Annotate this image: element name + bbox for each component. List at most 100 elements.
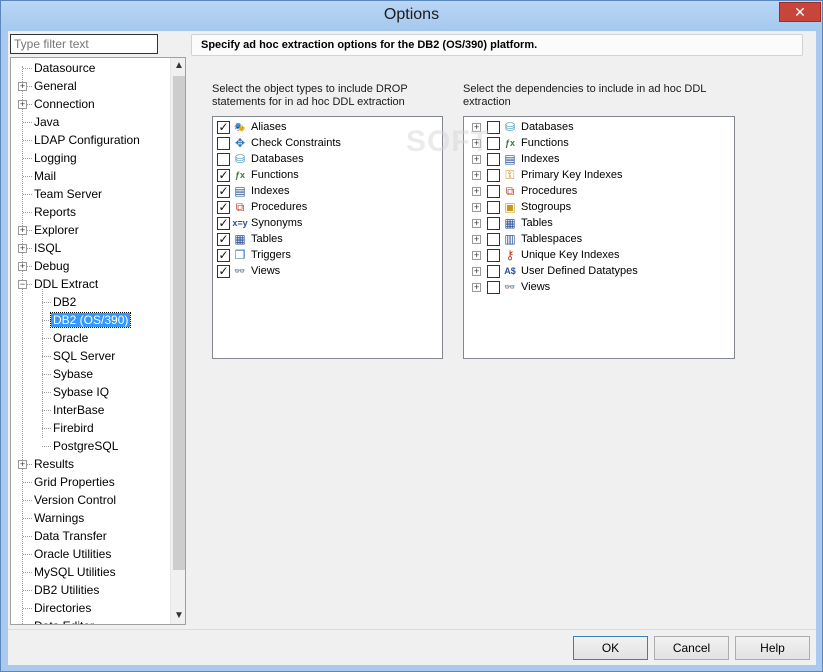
datatype-icon: A$ — [504, 266, 516, 276]
tree-item-java[interactable]: Java — [32, 113, 61, 131]
expand-icon[interactable]: + — [472, 187, 481, 196]
tree-item-general[interactable]: General — [32, 77, 79, 95]
expand-icon[interactable]: + — [18, 82, 27, 91]
list-item-indexes[interactable]: ✓ ▤ Indexes — [213, 183, 442, 199]
title-bar[interactable]: Options ✕ — [1, 1, 822, 31]
ok-button[interactable]: OK — [573, 636, 648, 660]
list-item-functions[interactable]: ✓ ƒx Functions — [213, 167, 442, 183]
tree-item-postgresql[interactable]: PostgreSQL — [51, 437, 120, 455]
checkbox[interactable]: ✓ — [217, 169, 230, 182]
list-item-stogroups[interactable]: + ▣ Stogroups — [464, 199, 734, 215]
expand-icon[interactable]: + — [18, 244, 27, 253]
list-item-user-defined-datatypes[interactable]: + A$ User Defined Datatypes — [464, 263, 734, 279]
list-item-tables[interactable]: ✓ ▦ Tables — [213, 231, 442, 247]
list-item-indexes[interactable]: + ▤ Indexes — [464, 151, 734, 167]
list-item-primary-key-indexes[interactable]: + ⚿ Primary Key Indexes — [464, 167, 734, 183]
expand-icon[interactable]: + — [472, 171, 481, 180]
alias-icon: 🎭 — [234, 122, 246, 132]
scroll-up-arrow-icon[interactable]: ▲ — [171, 58, 185, 74]
list-item-procedures[interactable]: + ⧉ Procedures — [464, 183, 734, 199]
tree-item-db2[interactable]: DB2 — [51, 293, 78, 311]
tree-item-logging[interactable]: Logging — [32, 149, 79, 167]
filter-input[interactable] — [10, 34, 158, 54]
trigger-icon: ❐ — [234, 248, 246, 262]
check-constraint-icon: ✥ — [234, 136, 246, 150]
tree-item-oracle[interactable]: Oracle — [51, 329, 90, 347]
checkbox[interactable]: ✓ — [217, 185, 230, 198]
function-icon: ƒx — [234, 170, 245, 180]
checkbox[interactable] — [487, 185, 500, 198]
tree-item-oracle-utilities[interactable]: Oracle Utilities — [32, 545, 113, 563]
checkbox[interactable]: ✓ — [217, 121, 230, 134]
tree-item-data-editor[interactable]: Data Editor — [32, 617, 96, 624]
tree-item-datasource[interactable]: Datasource — [32, 59, 97, 77]
index-icon: ▤ — [504, 152, 516, 166]
expand-icon[interactable]: + — [18, 262, 27, 271]
list-item-views[interactable]: + 👓 Views — [464, 279, 734, 295]
scroll-thumb[interactable] — [173, 76, 185, 570]
list-item-tables[interactable]: + ▦ Tables — [464, 215, 734, 231]
tree-item-connection[interactable]: Connection — [32, 95, 97, 113]
tree-item-db2-utilities[interactable]: DB2 Utilities — [32, 581, 101, 599]
expand-icon[interactable]: + — [472, 235, 481, 244]
tree-item-isql[interactable]: ISQL — [32, 239, 63, 257]
tree-item-interbase[interactable]: InterBase — [51, 401, 106, 419]
list-item-tablespaces[interactable]: + ▥ Tablespaces — [464, 231, 734, 247]
tree-item-ldap-configuration[interactable]: LDAP Configuration — [32, 131, 142, 149]
expand-icon[interactable]: + — [472, 283, 481, 292]
checkbox[interactable] — [217, 153, 230, 166]
tree-item-warnings[interactable]: Warnings — [32, 509, 86, 527]
expand-icon[interactable]: + — [18, 100, 27, 109]
checkbox[interactable]: ✓ — [217, 265, 230, 278]
checkbox[interactable] — [487, 249, 500, 262]
tree-item-results[interactable]: Results — [32, 455, 76, 473]
list-item-triggers[interactable]: ✓ ❐ Triggers — [213, 247, 442, 263]
tree-connector — [23, 554, 32, 555]
expand-icon[interactable]: + — [472, 267, 481, 276]
checkbox[interactable]: ✓ — [217, 217, 230, 230]
checkbox[interactable]: ✓ — [217, 249, 230, 262]
list-item-functions[interactable]: + ƒx Functions — [464, 135, 734, 151]
scroll-down-arrow-icon[interactable]: ▼ — [171, 608, 185, 624]
checkbox[interactable] — [487, 169, 500, 182]
checkbox[interactable]: ✓ — [217, 201, 230, 214]
tree-item-explorer[interactable]: Explorer — [32, 221, 81, 239]
list-item-views[interactable]: ✓ 👓 Views — [213, 263, 442, 279]
tree-item-reports[interactable]: Reports — [32, 203, 78, 221]
tree-item-grid-properties[interactable]: Grid Properties — [32, 473, 117, 491]
cancel-button[interactable]: Cancel — [654, 636, 729, 660]
expand-icon[interactable]: + — [472, 203, 481, 212]
list-item-unique-key-indexes[interactable]: + ⚷ Unique Key Indexes — [464, 247, 734, 263]
tree-item-mysql-utilities[interactable]: MySQL Utilities — [32, 563, 118, 581]
tree-item-db2-os-390[interactable]: DB2 (OS/390) — [49, 311, 132, 329]
checkbox[interactable] — [487, 217, 500, 230]
expand-icon[interactable]: + — [472, 219, 481, 228]
expand-icon[interactable]: + — [472, 251, 481, 260]
tree-scrollbar[interactable]: ▲ ▼ — [170, 58, 185, 624]
tree-item-version-control[interactable]: Version Control — [32, 491, 118, 509]
tree-item-data-transfer[interactable]: Data Transfer — [32, 527, 109, 545]
checkbox[interactable] — [217, 137, 230, 150]
checkbox[interactable] — [487, 201, 500, 214]
list-item-synonyms[interactable]: ✓ x=y Synonyms — [213, 215, 442, 231]
tree-item-mail[interactable]: Mail — [32, 167, 58, 185]
expand-icon[interactable]: + — [18, 226, 27, 235]
checkbox[interactable]: ✓ — [217, 233, 230, 246]
checkbox[interactable] — [487, 265, 500, 278]
checkbox[interactable] — [487, 233, 500, 246]
tree-item-debug[interactable]: Debug — [32, 257, 71, 275]
tree-item-directories[interactable]: Directories — [32, 599, 93, 617]
list-item-procedures[interactable]: ✓ ⧉ Procedures — [213, 199, 442, 215]
list-item-databases[interactable]: + ⛁ Databases — [464, 119, 734, 135]
checkbox[interactable] — [487, 281, 500, 294]
tree-item-sql-server[interactable]: SQL Server — [51, 347, 117, 365]
tree-item-team-server[interactable]: Team Server — [32, 185, 104, 203]
tree-item-firebird[interactable]: Firebird — [51, 419, 96, 437]
close-button[interactable]: ✕ — [779, 2, 821, 22]
tree-item-label: Debug — [34, 259, 70, 273]
help-button[interactable]: Help — [735, 636, 810, 660]
tree-item-sybase-iq[interactable]: Sybase IQ — [51, 383, 111, 401]
tree-item-sybase[interactable]: Sybase — [51, 365, 95, 383]
expand-icon[interactable]: + — [18, 460, 27, 469]
collapse-icon[interactable]: − — [18, 280, 27, 289]
